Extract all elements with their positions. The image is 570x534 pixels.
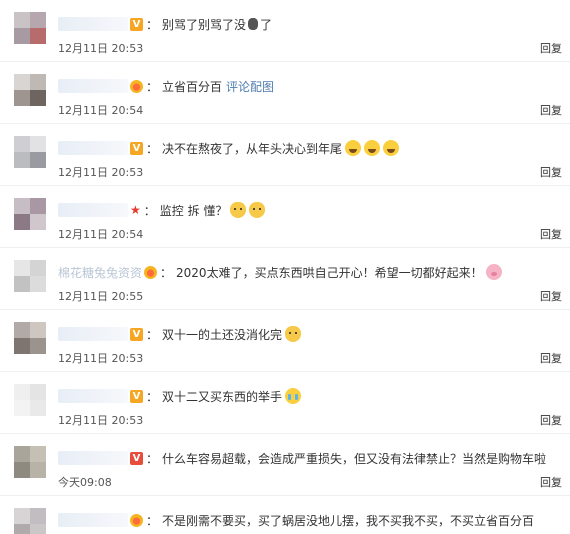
timestamp: 12月11日 20:53 bbox=[58, 414, 144, 427]
comment-text: 监控 拆 懂？ bbox=[159, 203, 228, 218]
comment-text: 什么车容易超载，会造成严重损失，但又没有法律禁止？当然是购物车啦 bbox=[162, 451, 547, 466]
comment-item: ： 不是刚需不要买，买了蜗居没地儿摆，我不买我不买，不买立省百分百 bbox=[0, 496, 570, 534]
timestamp: 12月11日 20:54 bbox=[58, 104, 144, 117]
cry-emoji-icon bbox=[285, 388, 302, 404]
reply-button[interactable]: 回复 bbox=[540, 474, 562, 490]
username[interactable] bbox=[58, 79, 128, 93]
username[interactable] bbox=[58, 203, 128, 217]
colon: ： bbox=[160, 265, 173, 280]
comment-text: 别骂了别骂了没 bbox=[162, 17, 247, 32]
username[interactable]: 棉花糖兔兔资资 bbox=[58, 264, 142, 281]
crown-badge-icon bbox=[130, 513, 143, 527]
timestamp: 12月11日 20:53 bbox=[58, 352, 144, 365]
comment-text: 不是刚需不要买，买了蜗居没地儿摆，我不买我不买，不买立省百分百 bbox=[162, 513, 535, 528]
reply-button[interactable]: 回复 bbox=[540, 288, 562, 304]
cat-emoji-icon bbox=[249, 202, 266, 218]
colon: ： bbox=[146, 141, 159, 156]
reply-button[interactable]: 回复 bbox=[540, 412, 562, 428]
cat-emoji-icon bbox=[230, 202, 247, 218]
timestamp: 12月11日 20:53 bbox=[58, 166, 144, 179]
crown-badge-icon bbox=[144, 265, 158, 279]
username[interactable] bbox=[58, 17, 128, 31]
colon: ： bbox=[146, 389, 159, 404]
colon: ： bbox=[143, 203, 156, 218]
username[interactable] bbox=[58, 451, 128, 465]
reply-button[interactable]: 回复 bbox=[540, 226, 562, 242]
comment-text: 立省百分百 bbox=[162, 79, 223, 94]
crown-badge-icon bbox=[130, 79, 143, 93]
avatar[interactable] bbox=[14, 136, 46, 168]
money-bag-icon bbox=[248, 18, 259, 30]
verified-badge-icon: V bbox=[130, 327, 143, 341]
laugh-emoji-icon bbox=[345, 140, 362, 156]
avatar[interactable] bbox=[14, 260, 46, 292]
avatar[interactable] bbox=[14, 74, 46, 106]
colon: ： bbox=[146, 327, 159, 342]
avatar[interactable] bbox=[14, 508, 46, 534]
comment-item: ★ ： 监控 拆 懂？ 12月11日 20:54 回复 bbox=[0, 186, 570, 248]
timestamp: 12月11日 20:53 bbox=[58, 42, 144, 55]
timestamp: 12月11日 20:54 bbox=[58, 228, 144, 241]
comment-item: V ： 决不在熬夜了，从年头决心到年尾 12月11日 20:53 回复 bbox=[0, 124, 570, 186]
avatar[interactable] bbox=[14, 446, 46, 478]
avatar[interactable] bbox=[14, 198, 46, 230]
colon: ： bbox=[146, 451, 159, 466]
reply-button[interactable]: 回复 bbox=[540, 40, 562, 56]
comment-item: ： 立省百分百 评论配图 12月11日 20:54 回复 bbox=[0, 62, 570, 124]
avatar[interactable] bbox=[14, 322, 46, 354]
comment-text: 双十二又买东西的举手 bbox=[162, 389, 283, 404]
username[interactable] bbox=[58, 141, 128, 155]
username[interactable] bbox=[58, 513, 128, 527]
pig-emoji-icon bbox=[485, 264, 502, 280]
comment-text: 决不在熬夜了，从年头决心到年尾 bbox=[162, 141, 343, 156]
comment-text-suffix: 了 bbox=[260, 17, 273, 32]
avatar[interactable] bbox=[14, 384, 46, 416]
timestamp: 今天09:08 bbox=[58, 476, 112, 489]
username[interactable] bbox=[58, 389, 128, 403]
verified-badge-icon: V bbox=[130, 141, 143, 155]
laugh-emoji-icon bbox=[383, 140, 400, 156]
laugh-emoji-icon bbox=[364, 140, 381, 156]
comment-text: 双十一的土还没消化完 bbox=[162, 327, 283, 342]
comment-text: 2020太难了，买点东西哄自己开心！希望一切都好起来！ bbox=[176, 265, 483, 280]
comment-item: V ： 什么车容易超载，会造成严重损失，但又没有法律禁止？当然是购物车啦 今天0… bbox=[0, 434, 570, 496]
username[interactable] bbox=[58, 327, 128, 341]
reply-button[interactable]: 回复 bbox=[540, 102, 562, 118]
comment-item: V ： 别骂了别骂了没 了 12月11日 20:53 回复 bbox=[0, 0, 570, 62]
comment-item: V ： 双十一的土还没消化完 12月11日 20:53 回复 bbox=[0, 310, 570, 372]
verified-badge-icon: V bbox=[130, 389, 143, 403]
star-badge-icon: ★ bbox=[130, 203, 141, 217]
colon: ： bbox=[146, 513, 159, 528]
colon: ： bbox=[146, 17, 159, 32]
reply-button[interactable]: 回复 bbox=[540, 350, 562, 366]
comment-item: 棉花糖兔兔资资 ： 2020太难了，买点东西哄自己开心！希望一切都好起来！ 12… bbox=[0, 248, 570, 310]
reply-button[interactable]: 回复 bbox=[540, 164, 562, 180]
comment-item: V ： 双十二又买东西的举手 12月11日 20:53 回复 bbox=[0, 372, 570, 434]
comment-image-link[interactable]: 评论配图 bbox=[226, 78, 274, 95]
timestamp: 12月11日 20:55 bbox=[58, 290, 144, 303]
colon: ： bbox=[146, 79, 159, 94]
cat-emoji-icon bbox=[285, 326, 302, 342]
verified-badge-icon: V bbox=[130, 451, 143, 465]
verified-badge-icon: V bbox=[130, 17, 143, 31]
avatar[interactable] bbox=[14, 12, 46, 44]
